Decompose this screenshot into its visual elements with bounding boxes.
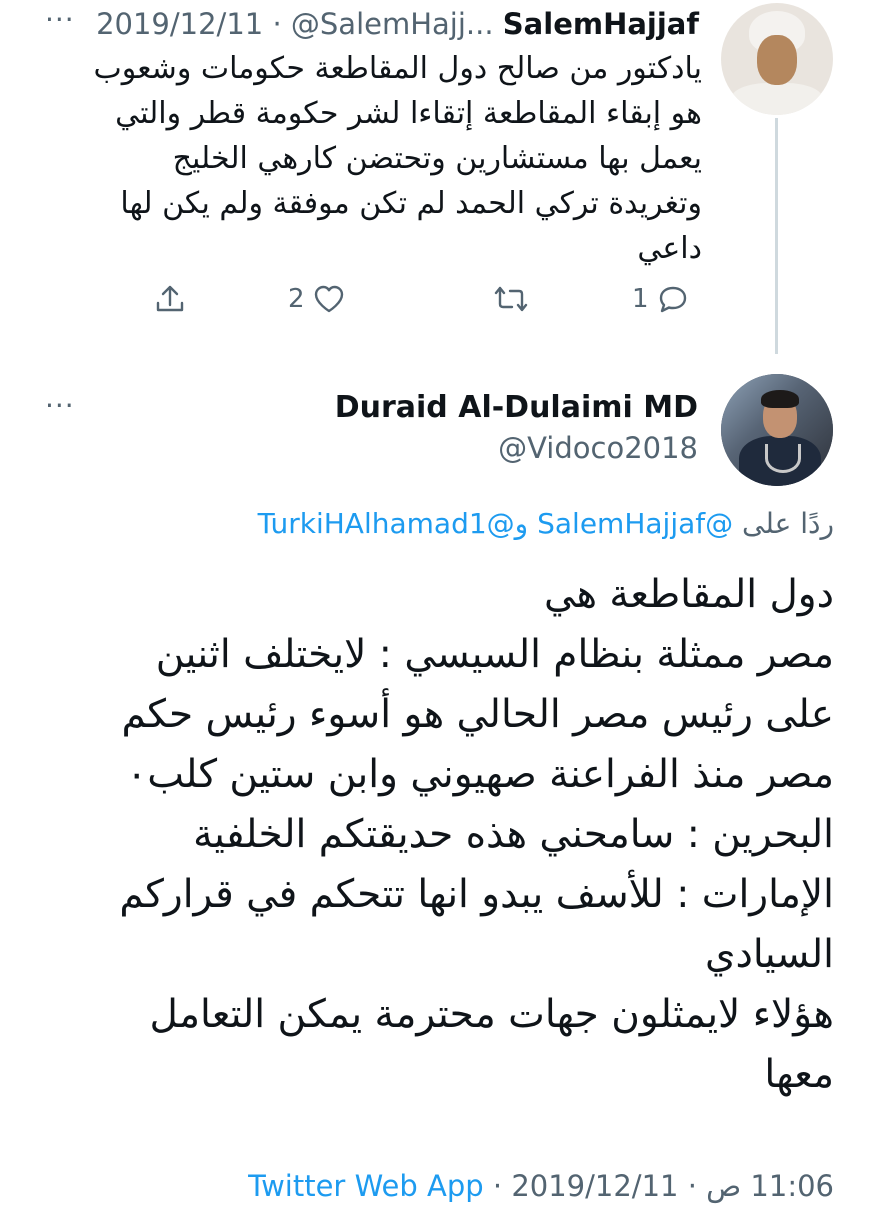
like-count: 2 xyxy=(288,284,305,314)
tweet-source-link[interactable]: Twitter Web App xyxy=(248,1169,484,1203)
display-name[interactable]: SalemHajjaf xyxy=(503,7,699,41)
retweet-icon xyxy=(494,284,528,314)
share-icon xyxy=(154,284,186,314)
tweet-metadata: 11:06 ص · 2019/12/11 · Twitter Web App xyxy=(248,1166,834,1206)
reply-count: 1 xyxy=(632,284,649,314)
retweet-button[interactable] xyxy=(494,284,528,314)
reply-button[interactable]: 1 xyxy=(632,284,689,314)
parent-tweet-text: يادكتور من صالح دول المقاطعة حكومات وشعو… xyxy=(93,51,702,266)
main-tweet-text: دول المقاطعة هي مصر ممثلة بنظام السيسي :… xyxy=(119,572,834,1097)
tweet-date[interactable]: 2019/12/11 xyxy=(96,7,263,41)
like-button[interactable]: 2 xyxy=(288,284,345,314)
reply-icon xyxy=(657,284,689,314)
replying-to: ردًا على @SalemHajjaf و@TurkiHAlhamad1 xyxy=(258,504,834,544)
more-options-icon[interactable]: ··· xyxy=(45,0,75,40)
separator: · xyxy=(492,1169,503,1203)
replying-prefix: ردًا على xyxy=(742,507,834,540)
share-button[interactable] xyxy=(154,284,186,314)
tweet-time[interactable]: 11:06 ص xyxy=(706,1169,834,1203)
user-handle[interactable]: @Vidoco2018 xyxy=(498,426,698,470)
separator: · xyxy=(687,1169,697,1203)
avatar-salemhajjaf[interactable] xyxy=(721,3,833,115)
reply-conjunction: و xyxy=(514,507,529,540)
reply-user-link[interactable]: @SalemHajjaf xyxy=(537,507,733,540)
avatar-vidoco2018[interactable] xyxy=(721,374,833,486)
thread-line xyxy=(775,118,778,354)
tweet-date[interactable]: 2019/12/11 xyxy=(511,1169,678,1203)
parent-tweet-header: 2019/12/11 · @SalemHajj... SalemHajjaf xyxy=(96,4,699,44)
user-handle[interactable]: @SalemHajj... xyxy=(291,7,494,41)
like-icon xyxy=(313,284,345,314)
reply-user-link[interactable]: @TurkiHAlhamad1 xyxy=(258,507,515,540)
separator: · xyxy=(272,7,282,41)
tweet-actions: 1 2 xyxy=(0,284,874,314)
display-name[interactable]: Duraid Al-Dulaimi MD xyxy=(335,386,698,430)
more-options-icon[interactable]: ··· xyxy=(45,386,75,426)
